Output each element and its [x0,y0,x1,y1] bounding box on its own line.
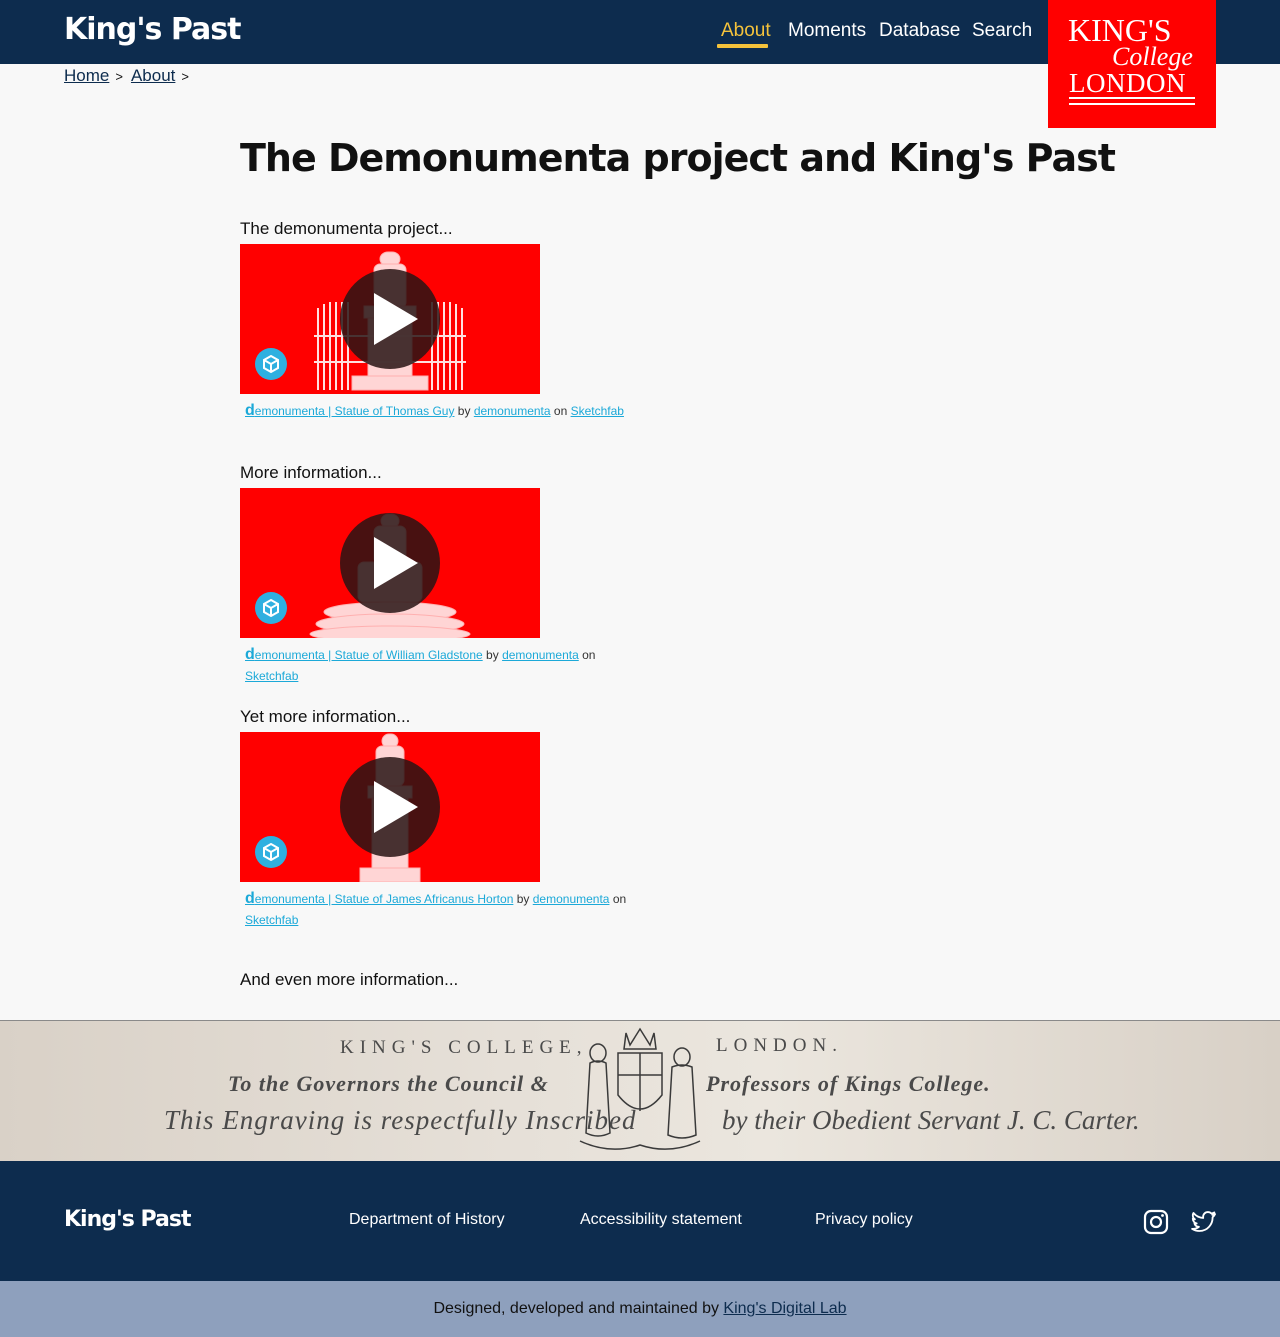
section-heading: The demonumenta project... [240,219,453,238]
model-link[interactable]: demonumenta | Statue of Thomas Guy [245,402,455,419]
kings-digital-lab-link[interactable]: King's Digital Lab [723,1300,846,1317]
engraving-text: To the Governors the Council & [228,1071,549,1096]
engraving-text: This Engraving is respectfully Inscribed [164,1105,637,1135]
sketchfab-embed-william-gladstone[interactable] [240,488,540,638]
model-link[interactable]: demonumenta | Statue of William Gladston… [245,646,483,663]
sketchfab-embed-james-africanus-horton[interactable] [240,732,540,882]
author-link[interactable]: demonumenta [533,892,610,906]
sketchfab-link[interactable]: Sketchfab [245,913,298,927]
footer-link-accessibility-statement[interactable]: Accessibility statement [580,1211,742,1229]
site-title-link[interactable]: King's Past [64,12,241,47]
engraving-text: Professors of Kings College. [706,1071,991,1096]
model-title: emonumenta | Statue of William Gladstone [254,648,483,662]
credit-by: by [457,404,471,418]
breadcrumb: Home > About > [64,66,197,86]
embed-credit: demonumenta | Statue of Thomas Guy by de… [245,400,645,422]
sketchfab-icon [255,592,287,624]
sketchfab-link[interactable]: Sketchfab [571,404,624,418]
sketchfab-embed-thomas-guy[interactable] [240,244,540,394]
nav-moments[interactable]: Moments [788,20,866,42]
model-title: emonumenta | Statue of James Africanus H… [254,892,514,906]
credits-bar: Designed, developed and maintained by Ki… [0,1281,1280,1337]
section-heading: More information... [240,463,382,482]
model-link[interactable]: demonumenta | Statue of James Africanus … [245,890,514,907]
logo-rule [1069,103,1195,105]
instagram-icon[interactable] [1143,1209,1169,1235]
nav-about[interactable]: About [721,20,771,42]
demonumenta-initial: d [245,646,255,663]
sketchfab-icon [255,348,287,380]
breadcrumb-separator: > [181,69,189,84]
engraving-text: KING'S COLLEGE, [340,1037,588,1058]
play-button[interactable] [340,513,440,613]
engraving-text: LONDON. [716,1035,843,1056]
model-title: emonumenta | Statue of Thomas Guy [254,404,455,418]
engraving-text: by their Obedient Servant J. C. Carter. [722,1105,1140,1135]
play-button[interactable] [340,757,440,857]
breadcrumb-about[interactable]: About [131,66,175,86]
credits-text: Designed, developed and maintained by [433,1300,724,1317]
logo-line-london: LONDON [1069,68,1186,98]
sketchfab-link[interactable]: Sketchfab [245,669,298,683]
embed-credit: demonumenta | Statue of William Gladston… [245,644,645,687]
embed-credit: demonumenta | Statue of James Africanus … [245,888,645,931]
engraving-banner: KING'S COLLEGE, LONDON. To the Governors… [0,1020,1280,1161]
sketchfab-icon [255,836,287,868]
demonumenta-initial: d [245,890,255,907]
credit-by: by [486,648,499,662]
breadcrumb-home[interactable]: Home [64,66,109,86]
page-title: The Demonumenta project and King's Past [240,136,1116,180]
breadcrumb-separator: > [115,69,123,84]
author-link[interactable]: demonumenta [474,404,551,418]
footer-link-privacy-policy[interactable]: Privacy policy [815,1211,913,1229]
author-link[interactable]: demonumenta [502,648,579,662]
coat-of-arms-engraving [579,1027,701,1150]
section-heading: Yet more information... [240,707,411,726]
footer-link-department-of-history[interactable]: Department of History [349,1211,505,1229]
credit-on: on [553,404,568,418]
kings-college-london-logo[interactable]: KING'S College LONDON [1048,0,1216,128]
twitter-icon[interactable] [1191,1209,1217,1235]
section-heading: And even more information... [240,970,459,989]
nav-search[interactable]: Search [972,20,1032,42]
footer-site-title[interactable]: King's Past [64,1207,191,1232]
active-nav-indicator [717,44,768,48]
play-button[interactable] [340,269,440,369]
credit-on: on [612,892,627,906]
nav-database[interactable]: Database [879,20,960,42]
credit-by: by [516,892,530,906]
logo-rule [1069,97,1195,99]
demonumenta-initial: d [245,402,255,419]
logo-line-college: College [1112,42,1193,71]
credit-on: on [582,648,596,662]
site-footer: King's Past Department of History Access… [0,1161,1280,1281]
